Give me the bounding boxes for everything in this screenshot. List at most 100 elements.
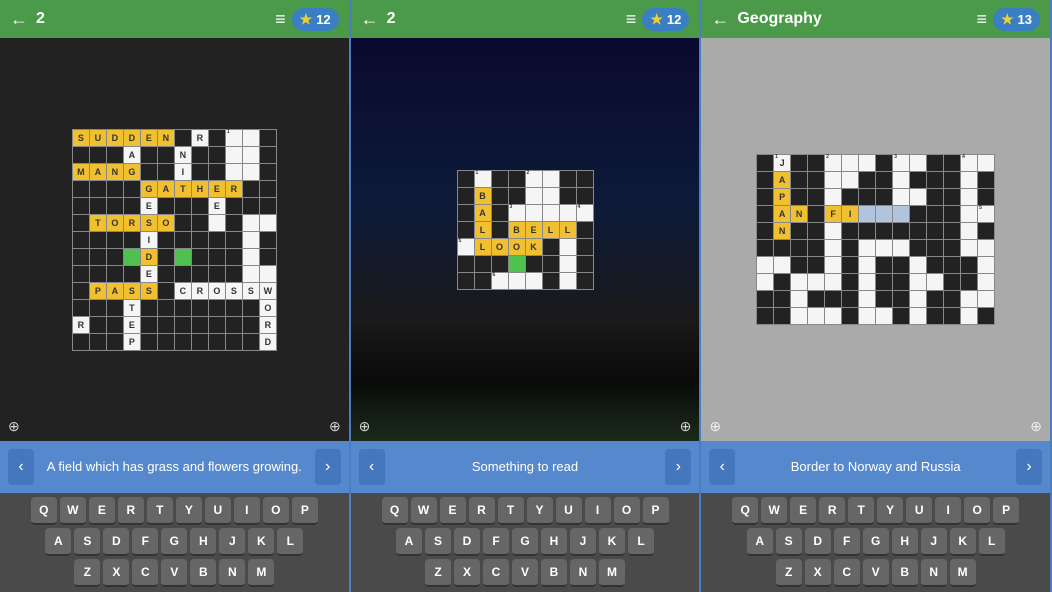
- cell[interactable]: B: [474, 187, 491, 204]
- key-m-p3[interactable]: M: [950, 559, 976, 587]
- key-y-p2[interactable]: Y: [527, 497, 553, 525]
- cell[interactable]: [525, 272, 542, 289]
- cell[interactable]: D: [140, 248, 157, 265]
- cell[interactable]: R: [259, 316, 276, 333]
- cell[interactable]: A: [474, 204, 491, 221]
- menu-icon-1[interactable]: ≡: [275, 9, 286, 30]
- cell[interactable]: E: [208, 197, 225, 214]
- cell[interactable]: 1: [225, 129, 242, 146]
- cell[interactable]: [242, 265, 259, 282]
- cell[interactable]: S: [242, 282, 259, 299]
- cell[interactable]: P: [123, 333, 140, 350]
- key-n[interactable]: N: [219, 559, 245, 587]
- cell[interactable]: H: [191, 180, 208, 197]
- cell[interactable]: P: [774, 189, 791, 206]
- cell[interactable]: [859, 308, 876, 325]
- cell[interactable]: [927, 274, 944, 291]
- cell[interactable]: C: [174, 282, 191, 299]
- key-i-p2[interactable]: I: [585, 497, 611, 525]
- key-f-p3[interactable]: F: [834, 528, 860, 556]
- cell[interactable]: B: [508, 221, 525, 238]
- key-b-p2[interactable]: B: [541, 559, 567, 587]
- cell[interactable]: T: [89, 214, 106, 231]
- cell[interactable]: [242, 163, 259, 180]
- cell[interactable]: [978, 240, 995, 257]
- cell[interactable]: [842, 155, 859, 172]
- cell[interactable]: T: [123, 299, 140, 316]
- cell[interactable]: S: [140, 282, 157, 299]
- cell[interactable]: D: [106, 129, 123, 146]
- cell[interactable]: I: [842, 206, 859, 223]
- cell[interactable]: L: [559, 221, 576, 238]
- cell[interactable]: [559, 272, 576, 289]
- key-j[interactable]: J: [219, 528, 245, 556]
- key-h-p3[interactable]: H: [892, 528, 918, 556]
- cell[interactable]: R: [225, 180, 242, 197]
- key-o-p3[interactable]: O: [964, 497, 990, 525]
- cell[interactable]: N: [774, 223, 791, 240]
- cell[interactable]: [259, 265, 276, 282]
- key-p[interactable]: P: [292, 497, 318, 525]
- cell[interactable]: [859, 240, 876, 257]
- prev-clue-btn-3[interactable]: ‹: [709, 449, 735, 485]
- key-m[interactable]: M: [248, 559, 274, 587]
- zoom-out-icon-3[interactable]: ⊕: [1030, 418, 1042, 435]
- key-a[interactable]: A: [45, 528, 71, 556]
- cell[interactable]: N: [106, 163, 123, 180]
- key-j-p3[interactable]: J: [921, 528, 947, 556]
- key-u-p2[interactable]: U: [556, 497, 582, 525]
- key-l-p2[interactable]: L: [628, 528, 654, 556]
- cell[interactable]: [961, 291, 978, 308]
- cell[interactable]: [242, 248, 259, 265]
- next-clue-btn-2[interactable]: ›: [665, 449, 691, 485]
- key-o[interactable]: O: [263, 497, 289, 525]
- cell[interactable]: [774, 257, 791, 274]
- cell[interactable]: [791, 291, 808, 308]
- prev-clue-btn-2[interactable]: ‹: [359, 449, 385, 485]
- key-i-p3[interactable]: I: [935, 497, 961, 525]
- key-q-p2[interactable]: Q: [382, 497, 408, 525]
- zoom-in-icon-2[interactable]: ⊕: [359, 418, 371, 435]
- cell[interactable]: 4: [961, 155, 978, 172]
- cell[interactable]: [225, 163, 242, 180]
- cell[interactable]: G: [140, 180, 157, 197]
- cell[interactable]: [876, 240, 893, 257]
- key-a-p3[interactable]: A: [747, 528, 773, 556]
- cell[interactable]: A: [774, 172, 791, 189]
- cell[interactable]: N: [791, 206, 808, 223]
- cell[interactable]: L: [542, 221, 559, 238]
- key-q[interactable]: Q: [31, 497, 57, 525]
- cell[interactable]: [225, 146, 242, 163]
- cell[interactable]: [961, 189, 978, 206]
- cell[interactable]: [242, 231, 259, 248]
- key-r[interactable]: R: [118, 497, 144, 525]
- cell[interactable]: [978, 291, 995, 308]
- back-button-3[interactable]: ←: [711, 9, 729, 30]
- cell[interactable]: 3: [508, 204, 525, 221]
- key-s-p3[interactable]: S: [776, 528, 802, 556]
- key-r-p3[interactable]: R: [819, 497, 845, 525]
- key-r-p2[interactable]: R: [469, 497, 495, 525]
- key-c-p2[interactable]: C: [483, 559, 509, 587]
- cell[interactable]: M: [72, 163, 89, 180]
- cell[interactable]: A: [157, 180, 174, 197]
- board-area-1[interactable]: S U D D E N R 1 A: [0, 38, 349, 441]
- cell[interactable]: S: [123, 282, 140, 299]
- cell[interactable]: [842, 172, 859, 189]
- cell[interactable]: [893, 189, 910, 206]
- key-y[interactable]: Y: [176, 497, 202, 525]
- key-y-p3[interactable]: Y: [877, 497, 903, 525]
- cell[interactable]: 6: [491, 272, 508, 289]
- key-z-p3[interactable]: Z: [776, 559, 802, 587]
- cell[interactable]: 1: [474, 170, 491, 187]
- key-c-p3[interactable]: C: [834, 559, 860, 587]
- key-e-p2[interactable]: E: [440, 497, 466, 525]
- key-w-p3[interactable]: W: [761, 497, 787, 525]
- cell[interactable]: A: [774, 206, 791, 223]
- cell[interactable]: T: [174, 180, 191, 197]
- cell[interactable]: [859, 206, 876, 223]
- cell[interactable]: I: [174, 163, 191, 180]
- key-u[interactable]: U: [205, 497, 231, 525]
- key-x-p2[interactable]: X: [454, 559, 480, 587]
- next-clue-btn-3[interactable]: ›: [1016, 449, 1042, 485]
